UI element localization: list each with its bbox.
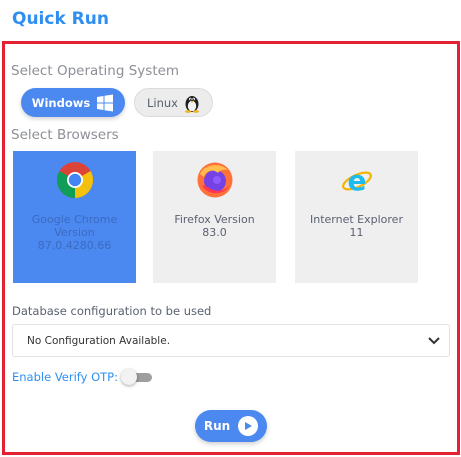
os-option-label: Linux	[147, 95, 178, 110]
os-option-windows[interactable]: Windows	[21, 88, 125, 117]
browser-name: Google Chrome Version	[31, 213, 118, 239]
os-option-linux[interactable]: Linux	[134, 88, 213, 117]
database-config-value: No Configuration Available.	[27, 334, 171, 347]
linux-tux-icon	[185, 95, 199, 113]
verify-otp-toggle[interactable]	[121, 369, 153, 385]
browser-version: 87.0.4280.66	[37, 239, 112, 252]
browser-section-label: Select Browsers	[11, 127, 119, 143]
os-section-label: Select Operating System	[11, 63, 180, 79]
chevron-down-icon	[428, 336, 440, 344]
browser-card-internet-explorer[interactable]: e Internet Explorer 11	[295, 151, 418, 283]
browser-name: Internet Explorer	[310, 213, 403, 226]
page-title: Quick Run	[12, 9, 109, 29]
browser-version: 11	[349, 226, 364, 239]
browser-version: 83.0	[202, 226, 227, 239]
internet-explorer-icon: e	[341, 164, 372, 197]
toggle-knob	[121, 369, 137, 385]
firefox-icon	[197, 162, 232, 198]
browser-card-firefox[interactable]: Firefox Version 83.0	[153, 151, 276, 283]
chrome-icon	[56, 162, 93, 199]
database-config-select[interactable]: No Configuration Available.	[12, 324, 450, 357]
play-icon	[238, 416, 259, 436]
browser-card-chrome[interactable]: Google Chrome Version 87.0.4280.66	[13, 151, 136, 283]
windows-icon	[97, 94, 114, 111]
os-option-label: Windows	[31, 95, 91, 110]
database-config-label: Database configuration to be used	[12, 304, 212, 318]
svg-text:e: e	[347, 164, 366, 197]
run-button[interactable]: Run	[195, 410, 267, 442]
browser-name: Firefox Version	[174, 213, 255, 226]
run-button-label: Run	[203, 419, 231, 433]
verify-otp-label: Enable Verify OTP:	[12, 370, 118, 384]
